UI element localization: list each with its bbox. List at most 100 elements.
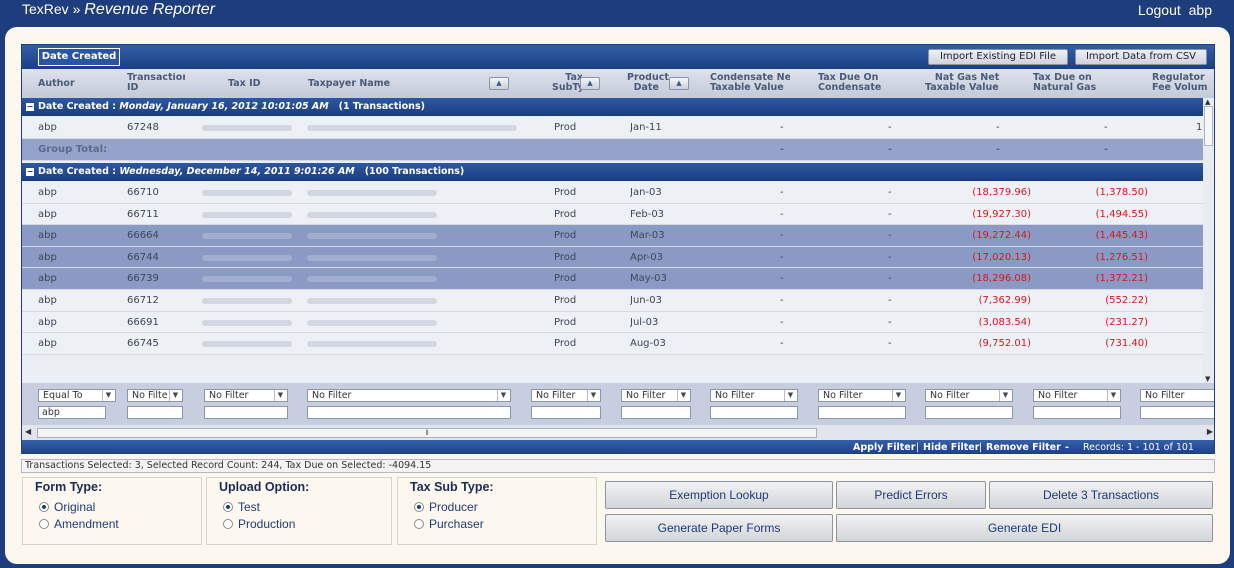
app-brand: TexRev » Revenue Reporter	[22, 1, 215, 19]
dropdown-icon[interactable]: ▼	[677, 390, 689, 401]
date-created-group-button[interactable]: Date Created	[38, 48, 120, 66]
sort-taxpayer-icon[interactable]: ▲	[489, 77, 509, 90]
cell-cond-tax: -	[888, 208, 892, 220]
radio-production[interactable]: Production	[223, 517, 295, 531]
cond-net-filter-op[interactable]: No Filter ▼	[710, 389, 798, 402]
collapse-icon[interactable]: −	[26, 103, 34, 111]
group-header[interactable]: − Date Created : Monday, January 16, 2012…	[22, 98, 1205, 116]
dropdown-icon[interactable]: ▼	[102, 390, 114, 401]
radio-original[interactable]: Original	[39, 500, 95, 514]
radio-amendment[interactable]: Amendment	[39, 517, 119, 531]
cond-tax-filter-input[interactable]	[818, 406, 906, 419]
redacted-taxpayer	[307, 319, 437, 326]
gas-tax-filter-input[interactable]	[1033, 406, 1121, 419]
table-row[interactable]: abp 66664 Prod Mar-03 - - (19,272.44) (1,445.43…	[22, 225, 1205, 247]
import-edi-button[interactable]: Import Existing EDI File	[928, 49, 1068, 65]
radio-selected-icon[interactable]	[39, 502, 49, 512]
cell-gas-net: (18,379.96)	[972, 187, 1031, 198]
redacted-tax-id	[202, 125, 292, 131]
table-row[interactable]: abp 66712 Prod Jun-03 - - (7,362.99) (552.22)	[22, 290, 1205, 312]
group-date: Wednesday, December 14, 2011 9:01:26 AM	[119, 166, 355, 177]
taxid-filter-op[interactable]: No Filter ▼	[204, 389, 288, 402]
hide-filter-link[interactable]: Hide Filter	[923, 440, 979, 453]
cond-net-filter-input[interactable]	[710, 406, 798, 419]
cell-author: abp	[38, 187, 57, 198]
scroll-thumb[interactable]	[1204, 106, 1213, 146]
gas-tax-filter-op[interactable]: No Filter ▼	[1033, 389, 1121, 402]
redacted-taxpayer	[307, 298, 437, 304]
dropdown-icon[interactable]: ▼	[587, 390, 599, 401]
radio-test[interactable]: Test	[223, 500, 260, 514]
cell-cond-tax: -	[888, 251, 892, 263]
radio-label: Purchaser	[429, 517, 484, 531]
dropdown-icon[interactable]: ▼	[784, 390, 796, 401]
fee-filter-input[interactable]	[1140, 406, 1214, 419]
table-row[interactable]: abp 66745 Prod Aug-03 - - (9,752.01) (731.40)	[22, 333, 1205, 355]
predict-errors-button[interactable]: Predict Errors	[836, 481, 986, 509]
dropdown-icon[interactable]: ▼	[169, 390, 181, 401]
table-row[interactable]: abp 66711 Prod Feb-03 - - (19,927.30) (1,494.55…	[22, 203, 1205, 226]
id-filter-input[interactable]	[127, 406, 183, 419]
delete-transactions-button[interactable]: Delete 3 Transactions	[989, 481, 1213, 509]
table-row[interactable]: abp 66691 Prod Jul-03 - - (3,083.54) (231.27)	[22, 311, 1205, 334]
table-row[interactable]: abp 66710 Prod Jan-03 - - (18,379.96) (1,378.50…	[22, 182, 1205, 204]
author-filter-op[interactable]: Equal To ▼	[38, 389, 116, 402]
radio-selected-icon[interactable]	[223, 502, 233, 512]
subtype-filter-input[interactable]	[531, 406, 601, 419]
cell-date: Jul-03	[630, 316, 659, 328]
radio-icon[interactable]	[414, 519, 424, 529]
subtype-filter-op[interactable]: No Filter ▼	[531, 389, 601, 402]
apply-filter-link[interactable]: Apply Filter	[853, 440, 915, 453]
dropdown-icon[interactable]: ▼	[274, 390, 286, 401]
import-csv-button[interactable]: Import Data from CSV	[1075, 49, 1207, 65]
id-filter-op[interactable]: No Filte ▼	[127, 389, 183, 402]
generate-edi-button[interactable]: Generate EDI	[836, 514, 1213, 542]
radio-icon[interactable]	[223, 519, 233, 529]
vertical-scrollbar[interactable]: ▲ ▼	[1203, 98, 1214, 383]
hscroll-thumb[interactable]: ⦀	[37, 428, 817, 438]
radio-icon[interactable]	[39, 519, 49, 529]
taxpayer-filter-input[interactable]	[307, 406, 511, 419]
radio-producer[interactable]: Producer	[414, 500, 478, 514]
scroll-up-icon[interactable]: ▲	[1205, 98, 1210, 106]
radio-selected-icon[interactable]	[414, 502, 424, 512]
cond-tax-filter-op[interactable]: No Filter ▼	[818, 389, 906, 402]
table-row[interactable]: abp 67248 Prod Jan-11 - - - - 1	[22, 117, 1205, 139]
scroll-down-icon[interactable]: ▼	[1205, 375, 1210, 383]
generate-paper-forms-button[interactable]: Generate Paper Forms	[605, 514, 833, 542]
grid-body: − Date Created : Monday, January 16, 2012…	[22, 98, 1205, 383]
sort-date-icon[interactable]: ▲	[669, 77, 689, 90]
collapse-icon[interactable]: −	[26, 168, 34, 176]
author-filter-input[interactable]: abp	[38, 406, 106, 419]
scroll-right-icon[interactable]: ▶	[1207, 427, 1213, 436]
cell-author: abp	[38, 122, 57, 133]
table-row[interactable]: abp 66739 Prod May-03 - - (18,296.08) (1,372.21…	[22, 268, 1205, 290]
table-row[interactable]: abp 66744 Prod Apr-03 - - (17,020.13) (1,276.51…	[22, 246, 1205, 269]
group-total-row: Group Total: - - - -	[22, 139, 1205, 161]
dropdown-icon[interactable]: ▼	[497, 390, 509, 401]
gas-net-filter-op[interactable]: No Filter ▼	[925, 389, 1013, 402]
group-label: Date Created :	[38, 166, 120, 177]
selection-status: Transactions Selected: 3, Selected Recor…	[21, 459, 1215, 473]
cell-date: Feb-03	[630, 208, 665, 220]
taxid-filter-input[interactable]	[204, 406, 288, 419]
gas-net-filter-input[interactable]	[925, 406, 1013, 419]
dropdown-icon[interactable]: ▼	[999, 390, 1011, 401]
cell-gas-tax: (1,276.51)	[1095, 251, 1148, 263]
taxpayer-filter-op[interactable]: No Filter ▼	[307, 389, 511, 402]
date-filter-op[interactable]: No Filter ▼	[621, 389, 691, 402]
date-filter-input[interactable]	[621, 406, 691, 419]
dropdown-icon[interactable]: ▼	[892, 390, 904, 401]
group-header[interactable]: − Date Created : Wednesday, December 14, …	[22, 163, 1205, 181]
exemption-lookup-button[interactable]: Exemption Lookup	[605, 481, 833, 509]
logout-link[interactable]: Logout	[1138, 2, 1181, 18]
horizontal-scrollbar[interactable]: ◀ ⦀ ▶	[22, 425, 1214, 440]
sort-subtype-icon[interactable]: ▲	[580, 77, 600, 90]
cell-author: abp	[38, 208, 57, 220]
dropdown-icon[interactable]: ▼	[1107, 390, 1119, 401]
scroll-left-icon[interactable]: ◀	[25, 427, 31, 436]
cell-id: 66710	[127, 187, 159, 198]
remove-filter-link[interactable]: Remove Filter	[986, 440, 1061, 453]
radio-purchaser[interactable]: Purchaser	[414, 517, 484, 531]
fee-filter-op[interactable]: No Filter	[1140, 389, 1214, 402]
